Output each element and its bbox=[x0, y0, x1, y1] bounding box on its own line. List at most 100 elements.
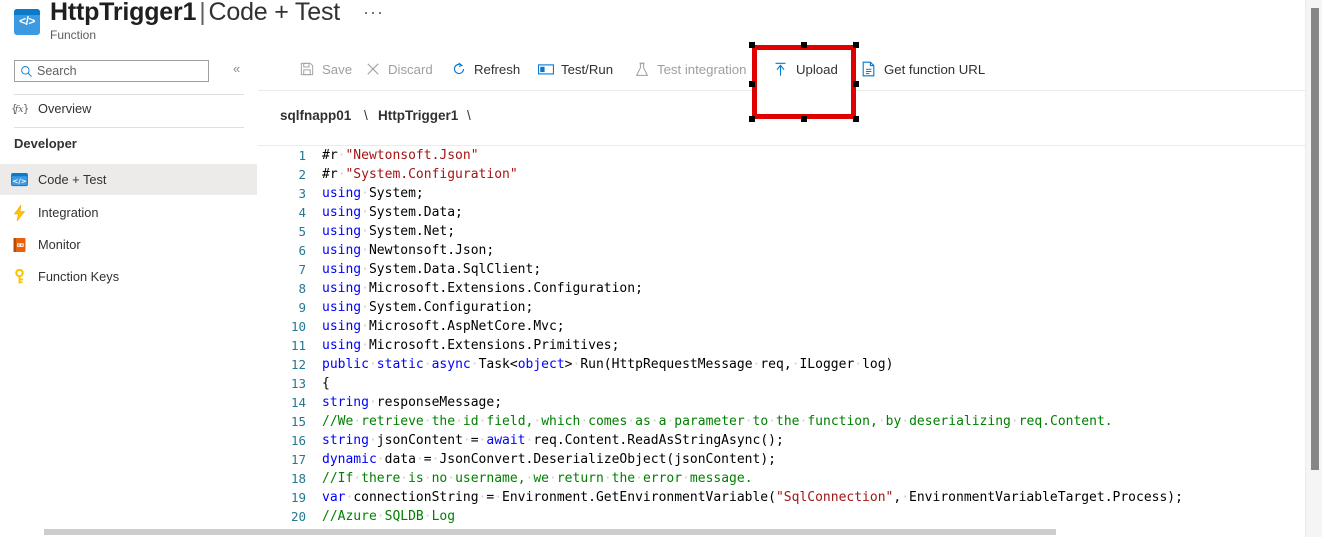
code-editor[interactable]: 1 #r·"Newtonsoft.Json" 2 #r·"System.Configu… bbox=[258, 146, 1314, 537]
code-line-source: //If·there·is·no·username,·we·return·the… bbox=[322, 471, 753, 486]
code-line-source: using·System.Data.SqlClient; bbox=[322, 262, 542, 277]
code-line-source: string·jsonContent·=·await·req.Content.R… bbox=[322, 433, 784, 448]
code-line[interactable]: 8 using·Microsoft.Extensions.Configuratio… bbox=[258, 279, 1314, 298]
code-line-source: using·System.Configuration; bbox=[322, 300, 534, 315]
code-test-icon: </> bbox=[0, 172, 38, 187]
code-line-number: 15 bbox=[290, 414, 306, 429]
code-line[interactable]: 3 using·System; bbox=[258, 184, 1314, 203]
code-line[interactable]: 11 using·Microsoft.Extensions.Primitives; bbox=[258, 336, 1314, 355]
code-line[interactable]: 6 using·Newtonsoft.Json; bbox=[258, 241, 1314, 260]
flask-icon bbox=[633, 62, 650, 77]
code-line-source: #r·"Newtonsoft.Json" bbox=[322, 148, 479, 163]
code-line[interactable]: 15 //We·retrieve·the·id·field,·which·come… bbox=[258, 412, 1314, 431]
editor-scrollbar-horizontal[interactable] bbox=[44, 529, 1056, 535]
get-function-url-button[interactable]: Get function URL bbox=[858, 48, 987, 90]
code-line-number: 20 bbox=[290, 509, 306, 524]
sidebar-item-function-keys[interactable]: Function Keys bbox=[0, 261, 257, 292]
icon-glyph: </> bbox=[19, 14, 35, 28]
breadcrumb-function[interactable]: HttpTrigger1 bbox=[378, 108, 458, 123]
page-title-resource: HttpTrigger1 bbox=[50, 0, 197, 26]
sidebar: « { fx } Overview Developer </> Code + T… bbox=[0, 48, 259, 537]
svg-text:}: } bbox=[22, 104, 27, 115]
command-toolbar: Save Discard Refresh Test/Run Test integ… bbox=[258, 48, 1314, 91]
test-integration-button[interactable]: Test integration bbox=[631, 48, 748, 90]
page-title-separator: | bbox=[199, 0, 206, 26]
upload-arrow-icon bbox=[772, 62, 789, 77]
discard-button[interactable]: Discard bbox=[362, 48, 435, 90]
code-line[interactable]: 9 using·System.Configuration; bbox=[258, 298, 1314, 317]
code-line-source: //Azure·SQLDB·Log bbox=[322, 509, 456, 524]
code-line-source: using·Microsoft.AspNetCore.Mvc; bbox=[322, 319, 565, 334]
code-function-icon: </> bbox=[14, 9, 40, 35]
code-line-number: 8 bbox=[298, 281, 306, 296]
breadcrumb-sep-2: \ bbox=[467, 108, 471, 123]
sidebar-item-integration[interactable]: Integration bbox=[0, 197, 257, 228]
code-line-source: using·System; bbox=[322, 186, 424, 201]
code-line[interactable]: 1 #r·"Newtonsoft.Json" bbox=[258, 146, 1314, 165]
search-icon bbox=[15, 65, 37, 78]
monitor-book-icon bbox=[0, 237, 38, 253]
function-fx-icon: { fx } bbox=[0, 101, 38, 116]
code-line[interactable]: 20 //Azure·SQLDB·Log bbox=[258, 507, 1314, 526]
code-line[interactable]: 17 dynamic·data·=·JsonConvert.Deserialize… bbox=[258, 450, 1314, 469]
sidebar-item-integration-label: Integration bbox=[38, 205, 99, 220]
save-floppy-icon bbox=[298, 62, 315, 76]
code-line-number: 7 bbox=[298, 262, 306, 277]
search-box[interactable] bbox=[14, 60, 209, 82]
lightning-icon bbox=[0, 204, 38, 221]
code-line[interactable]: 18 //If·there·is·no·username,·we·return·t… bbox=[258, 469, 1314, 488]
code-line-number: 12 bbox=[290, 357, 306, 372]
code-line[interactable]: 12 public·static·async·Task<object>·Run(H… bbox=[258, 355, 1314, 374]
sidebar-item-monitor[interactable]: Monitor bbox=[0, 229, 257, 260]
code-line-number: 6 bbox=[298, 243, 306, 258]
page-title: HttpTrigger1 | Code + Test bbox=[50, 0, 340, 27]
code-line[interactable]: 5 using·System.Net; bbox=[258, 222, 1314, 241]
breadcrumb-sep-1: \ bbox=[364, 108, 368, 123]
upload-button[interactable]: Upload bbox=[770, 48, 840, 90]
upload-button-label: Upload bbox=[796, 61, 838, 77]
code-line[interactable]: 10 using·Microsoft.AspNetCore.Mvc; bbox=[258, 317, 1314, 336]
refresh-button[interactable]: Refresh bbox=[448, 48, 522, 90]
code-line-source: { bbox=[322, 376, 330, 391]
code-line-number: 1 bbox=[298, 148, 306, 163]
svg-text:</>: </> bbox=[12, 177, 26, 186]
code-line[interactable]: 7 using·System.Data.SqlClient; bbox=[258, 260, 1314, 279]
page-scrollbar-thumb[interactable] bbox=[1311, 8, 1319, 470]
code-line[interactable]: 16 string·jsonContent·=·await·req.Content… bbox=[258, 431, 1314, 450]
code-line-source: public·static·async·Task<object>·Run(Htt… bbox=[322, 357, 894, 372]
breadcrumb-app[interactable]: sqlfnapp01 bbox=[280, 108, 351, 123]
key-icon bbox=[0, 268, 38, 285]
page-title-blade: Code + Test bbox=[208, 0, 341, 26]
code-line-number: 10 bbox=[290, 319, 306, 334]
collapse-sidebar-button[interactable]: « bbox=[233, 61, 240, 76]
sidebar-item-code-test[interactable]: </> Code + Test bbox=[0, 164, 257, 195]
search-input[interactable] bbox=[37, 64, 208, 78]
code-line[interactable]: 19 var·connectionString·=·Environment.Get… bbox=[258, 488, 1314, 507]
code-line-number: 5 bbox=[298, 224, 306, 239]
nav-divider-developer bbox=[14, 127, 244, 128]
code-line-source: string·responseMessage; bbox=[322, 395, 503, 410]
code-line[interactable]: 13 { bbox=[258, 374, 1314, 393]
test-run-panel-icon bbox=[537, 63, 554, 76]
code-line[interactable]: 4 using·System.Data; bbox=[258, 203, 1314, 222]
code-line[interactable]: 14 string·responseMessage; bbox=[258, 393, 1314, 412]
code-line-source: #r·"System.Configuration" bbox=[322, 167, 518, 182]
code-line-number: 3 bbox=[298, 186, 306, 201]
code-line-number: 2 bbox=[298, 167, 306, 182]
save-button[interactable]: Save bbox=[296, 48, 354, 90]
code-line-number: 16 bbox=[290, 433, 306, 448]
code-line-source: using·Microsoft.Extensions.Configuration… bbox=[322, 281, 643, 296]
sidebar-section-developer: Developer bbox=[14, 136, 77, 151]
code-line-source: using·System.Net; bbox=[322, 224, 456, 239]
sidebar-item-overview-label: Overview bbox=[38, 101, 92, 116]
code-line[interactable]: 2 #r·"System.Configuration" bbox=[258, 165, 1314, 184]
test-integration-button-label: Test integration bbox=[657, 61, 747, 77]
sidebar-item-function-keys-label: Function Keys bbox=[38, 269, 120, 284]
more-options-button[interactable]: ··· bbox=[363, 2, 384, 22]
test-run-button[interactable]: Test/Run bbox=[535, 48, 615, 90]
sidebar-item-overview[interactable]: { fx } Overview bbox=[0, 93, 257, 124]
sidebar-item-code-test-label: Code + Test bbox=[38, 172, 107, 187]
page-scrollbar-track[interactable] bbox=[1305, 0, 1322, 537]
save-button-label: Save bbox=[322, 61, 353, 77]
page-header: </> HttpTrigger1 | Code + Test Function ··… bbox=[0, 0, 1322, 48]
